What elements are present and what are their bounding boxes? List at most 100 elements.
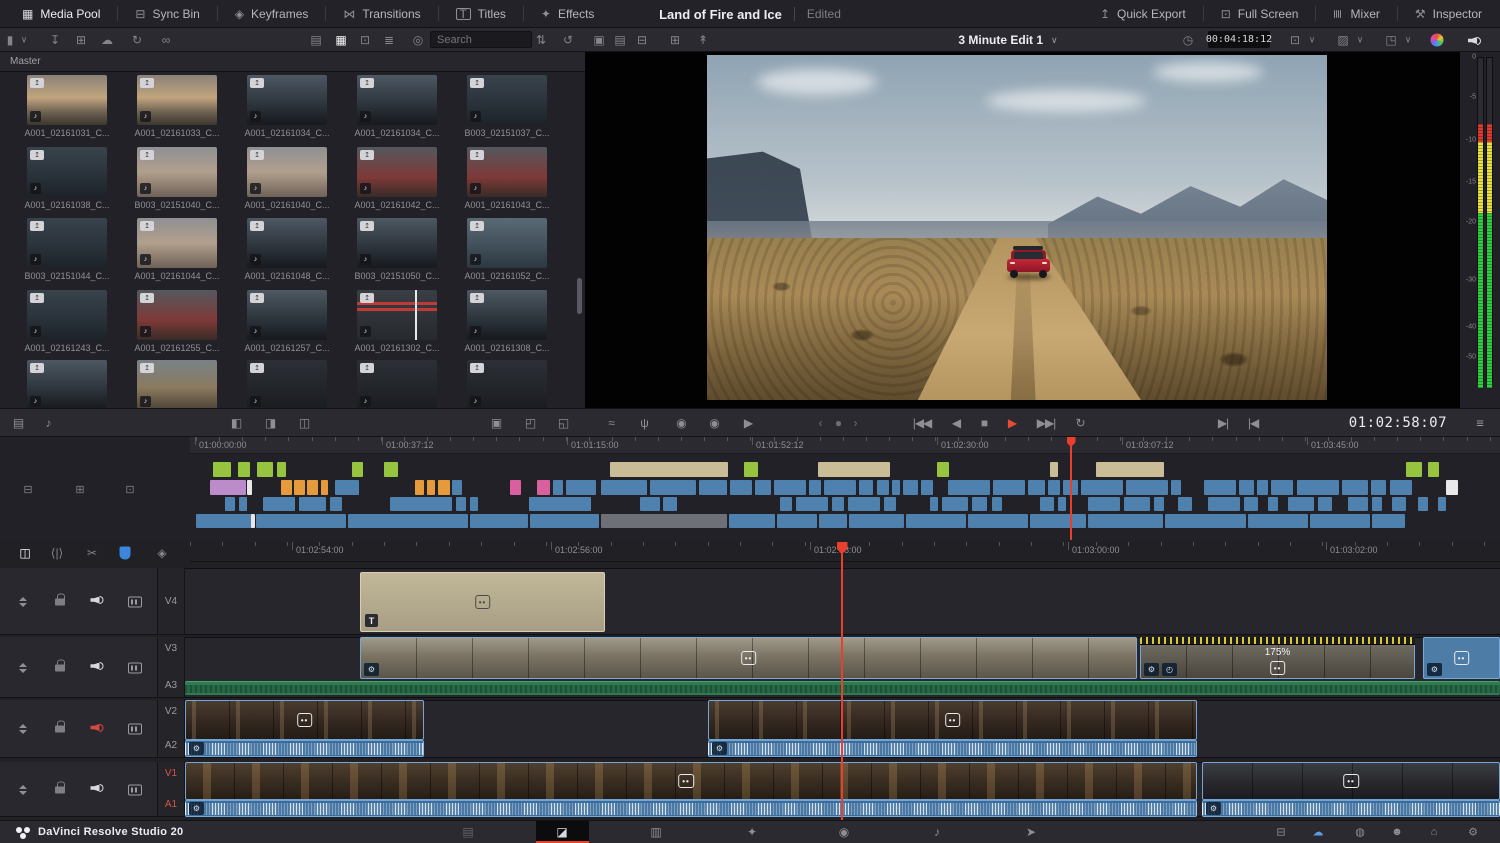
timeline-clip-v2-interview-1[interactable]: •• [185, 700, 424, 740]
timeline-audio-a1-1[interactable]: ⚙ [185, 800, 1197, 817]
ripple-overwrite-icon[interactable]: ◫ [299, 416, 309, 430]
remote-monitoring-icon[interactable]: ↟ [698, 34, 708, 46]
quick-export-button[interactable]: ↥Quick Export [1096, 7, 1190, 21]
lock-icon[interactable] [55, 598, 65, 605]
transition-tools-icon[interactable]: ≈ [608, 416, 614, 430]
audio-track-label[interactable]: A2 [158, 740, 184, 751]
timeline-clip-title[interactable]: •• T [360, 572, 605, 632]
media-pool-button[interactable]: ▦Media Pool [18, 7, 104, 21]
render-manager-icon[interactable]: ⊟ [1276, 826, 1285, 839]
titles-button[interactable]: TTitles [452, 7, 510, 21]
smart-insert-icon[interactable]: ◧ [231, 416, 241, 430]
media-clip[interactable]: ↥♪B003_02151050_C... [357, 218, 437, 268]
lock-icon[interactable] [55, 726, 65, 733]
media-clip[interactable]: ↥♪A001_02161044_C... [137, 218, 217, 268]
media-clip[interactable]: ↥♪A001_02161255_C... [137, 290, 217, 340]
media-clip[interactable]: ↥♪ [137, 360, 217, 408]
fairlight-page-icon[interactable]: ♪ [934, 825, 940, 839]
track-height-icon[interactable] [19, 663, 27, 673]
media-clip[interactable]: ↥♪A001_02161243_C... [27, 290, 107, 340]
sync-refresh-icon[interactable]: ↺ [563, 34, 573, 46]
timeline-playhead[interactable] [841, 542, 843, 820]
sort-order-icon[interactable]: ⇅ [536, 34, 546, 46]
full-screen-button[interactable]: ⊡Full Screen [1217, 7, 1303, 21]
duration-clock-icon[interactable]: ◷ [1183, 34, 1193, 46]
duration-timecode[interactable]: 00:04:18:12 [1208, 31, 1270, 48]
media-clip[interactable]: ↥♪A001_02161302_C... [357, 290, 437, 340]
razor-icon[interactable]: ✂ [87, 547, 97, 559]
media-clip[interactable]: ↥♪A001_02161048_C... [247, 218, 327, 268]
messages-icon[interactable]: ◍ [1355, 826, 1365, 839]
loop-playback-icon[interactable]: ↻ [1075, 416, 1084, 430]
timeline-clips-icon[interactable]: ▤ [13, 416, 23, 430]
track-labels-v3[interactable]: V3 A3 [157, 637, 185, 698]
speaker-icon[interactable] [1468, 35, 1481, 46]
deliver-page-icon[interactable]: ➤ [1026, 825, 1036, 839]
list-view-icon[interactable]: ≣ [384, 34, 394, 46]
lock-icon[interactable] [55, 664, 65, 671]
timeline-clip-v3-blue[interactable]: •• ⚙ [1423, 637, 1500, 679]
transitions-button[interactable]: ⋈Transitions [339, 7, 424, 21]
import-folder-icon[interactable]: ⊞ [76, 34, 86, 46]
edit-page-icon[interactable]: ▥ [650, 825, 661, 839]
prev-marker-icon[interactable]: ‹ [819, 416, 822, 430]
project-manager-icon[interactable]: ⌂ [1431, 826, 1438, 838]
play-icon[interactable]: ▶ [1008, 416, 1016, 430]
media-clip[interactable]: ↥♪ [467, 360, 547, 408]
go-first-frame-icon[interactable]: |◀◀ [913, 416, 932, 430]
filmstrip-icon[interactable] [128, 784, 142, 795]
speaker-icon[interactable] [91, 720, 104, 738]
media-clip[interactable]: ↥♪A001_02161034_C... [357, 75, 437, 125]
audio-track-label[interactable]: A3 [158, 680, 184, 691]
track-labels-v4[interactable]: V4 [157, 568, 185, 635]
lock-icon[interactable] [55, 786, 65, 793]
play-reverse-icon[interactable]: ◀ [952, 416, 960, 430]
timeline-minimap[interactable]: 01:00:00:0001:00:37:1201:01:15:0001:01:5… [0, 437, 1500, 540]
video-track-label[interactable]: V4 [158, 596, 184, 607]
media-clip[interactable]: ↥♪B003_02151040_C... [137, 147, 217, 197]
monitor-view-icon[interactable]: ⊡ [360, 34, 370, 46]
minimap-playhead[interactable] [1070, 437, 1072, 540]
media-clip[interactable]: ↥♪A001_02161038_C... [27, 147, 107, 197]
source-overwrite-icon[interactable]: ◱ [558, 416, 568, 430]
media-pool-scrollbar[interactable] [577, 278, 582, 314]
fusion-page-icon[interactable]: ✦ [747, 825, 757, 839]
cloud-library-icon[interactable]: ☁ [101, 34, 113, 46]
media-clip[interactable]: ↥♪ [27, 360, 107, 408]
cloud-projects-icon[interactable]: ☁ [1313, 826, 1324, 839]
poi-right-icon[interactable]: ◉ [709, 416, 718, 430]
video-track-label[interactable]: V1 [158, 768, 184, 779]
media-clip[interactable]: ↥♪A001_02161031_C... [27, 75, 107, 125]
poi-left-icon[interactable]: ◉ [676, 416, 685, 430]
card-view-icon[interactable]: ▤ [310, 34, 321, 46]
speaker-icon[interactable] [91, 659, 104, 677]
media-clip[interactable]: ↥♪A001_02161043_C... [467, 147, 547, 197]
media-clip[interactable]: ↥♪B003_02151044_C... [27, 218, 107, 268]
media-clip[interactable]: ↥♪A001_02161042_C... [357, 147, 437, 197]
fit-view-icon[interactable]: ⊡ [1290, 34, 1300, 46]
color-wheel-icon[interactable] [1431, 33, 1444, 46]
fx-overlay-icon[interactable]: ▨ [1337, 34, 1348, 46]
timeline-clip-v2-interview-2[interactable]: •• [708, 700, 1197, 740]
track-height-icon[interactable] [19, 597, 27, 607]
media-clip[interactable]: ↥♪A001_02161052_C... [467, 218, 547, 268]
fx-chevron-icon[interactable]: ∨ [1357, 35, 1364, 44]
media-clip[interactable]: ↥♪B003_02151037_C... [467, 75, 547, 125]
timeline-clip-v3-retimed[interactable]: 175% •• ⚙ ◴ [1140, 637, 1415, 679]
close-up-icon[interactable]: ▣ [491, 416, 501, 430]
current-marker-icon[interactable]: ● [835, 416, 841, 430]
previous-edit-icon[interactable]: |◀ [1248, 416, 1258, 430]
timeline-clip-v3-drive[interactable]: •• ⚙ [360, 637, 1137, 679]
hamburger-menu-icon[interactable]: ≡ [1476, 415, 1484, 430]
track-height-icon[interactable] [19, 785, 27, 795]
strip-view-b-icon[interactable]: ▤ [614, 34, 625, 46]
track-display-icon[interactable]: ⊞ [75, 483, 84, 496]
video-track-label[interactable]: V3 [158, 643, 184, 654]
track-height-icon[interactable] [19, 724, 27, 734]
razor-preview-icon[interactable]: ▶ [744, 416, 752, 430]
media-clip[interactable]: ↥♪A001_02161257_C... [247, 290, 327, 340]
audio-clips-icon[interactable]: ♪ [46, 416, 51, 430]
edit-index-icon[interactable]: ⊟ [23, 483, 32, 496]
timeline-audio-a2-1[interactable]: ⚙ [185, 740, 424, 757]
mixer-button[interactable]: ≣Mixer [1329, 7, 1383, 21]
